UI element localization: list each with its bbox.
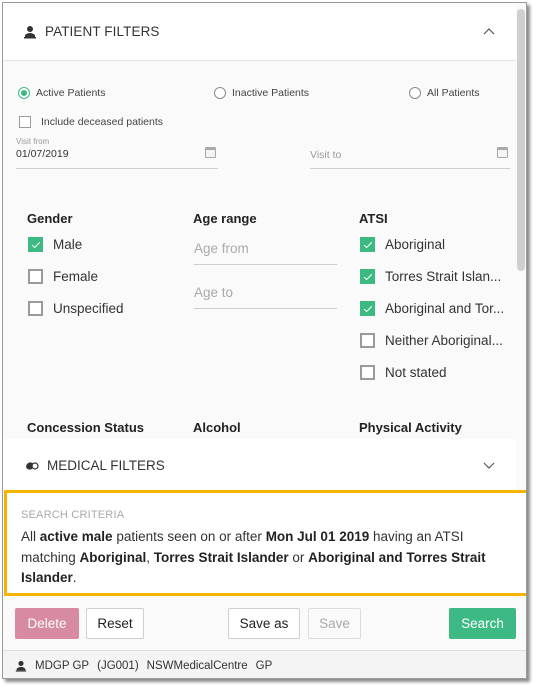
checkbox-box[interactable] [28,301,43,316]
concession-status-title: Concession Status [27,420,145,435]
checkbox-box[interactable] [360,365,375,380]
patient-filters-title: PATIENT FILTERS [45,24,160,39]
visit-from-label: Visit from [16,137,50,146]
visit-to-placeholder[interactable]: Visit to [310,149,341,161]
criteria-text-part: . [72,570,77,585]
criteria-text-part: patients seen on or after [112,529,266,544]
gender-unspecified-checkbox[interactable]: Unspecified [28,301,124,316]
person-icon [24,25,36,38]
search-button[interactable]: Search [449,608,516,639]
search-criteria-title: SEARCH CRITERIA [21,509,125,521]
radio-circle-selected[interactable] [18,87,30,99]
visit-to-field[interactable]: Visit to [310,137,510,169]
atsi-not-stated-checkbox[interactable]: Not stated [360,365,447,380]
atsi-both-checkbox[interactable]: Aboriginal and Tor... [360,301,504,316]
age-range-title: Age range [193,211,257,226]
checkbox-label: Unspecified [53,301,124,316]
checkbox-box[interactable] [360,333,375,348]
age-from-input[interactable]: Age from [194,235,337,265]
person-icon [15,660,27,672]
gender-female-checkbox[interactable]: Female [28,269,98,284]
delete-button[interactable]: Delete [15,608,79,639]
criteria-term: Aboriginal [79,549,147,565]
filters-scroll-area: PATIENT FILTERS Active Patients Inactive… [3,3,516,439]
reset-button[interactable]: Reset [86,608,144,639]
footer-code: (JG001) [97,659,139,672]
checkbox-label: Include deceased patients [41,116,164,128]
visit-from-field[interactable]: Visit from 01/07/2019 [16,137,218,169]
radio-label: Active Patients [36,87,106,99]
alcohol-title: Alcohol [193,420,241,435]
gender-male-checkbox[interactable]: Male [28,237,82,252]
checkbox-label: Male [53,237,83,252]
footer-user: MDGP GP [35,659,90,672]
radio-circle[interactable] [409,87,421,99]
atsi-neither-checkbox[interactable]: Neither Aboriginal... [360,333,503,348]
checkbox-label: Torres Strait Islan... [385,269,502,284]
patient-filters-header[interactable]: PATIENT FILTERS [3,3,516,61]
patient-search-panel: PATIENT FILTERS Active Patients Inactive… [2,2,527,679]
radio-label: All Patients [427,87,480,99]
radio-inactive-patients[interactable]: Inactive Patients [214,87,309,99]
radio-circle[interactable] [214,87,226,99]
checkbox-box-checked[interactable] [360,237,375,252]
age-to-input[interactable]: Age to [194,279,337,309]
search-criteria-box: SEARCH CRITERIA All active male patients… [4,490,526,596]
medical-filters-title: MEDICAL FILTERS [47,457,165,473]
radio-all-patients[interactable]: All Patients [409,87,480,99]
checkbox-box[interactable] [19,116,31,128]
checkbox-label: Neither Aboriginal... [385,333,503,348]
radio-active-patients[interactable]: Active Patients [18,87,105,99]
scrollbar-thumb[interactable] [517,9,525,271]
chevron-up-icon[interactable] [482,25,496,39]
criteria-term: Torres Strait Islander [153,549,289,565]
medical-filters-header[interactable]: MEDICAL FILTERS [3,439,516,491]
physical-activity-title: Physical Activity [359,420,462,435]
checkbox-label: Female [53,269,99,284]
save-button[interactable]: Save [308,608,361,639]
criteria-term: Mon Jul 01 2019 [265,529,370,544]
calendar-icon[interactable] [205,147,216,158]
footer-role: GP [255,659,273,672]
checkbox-box-checked[interactable] [360,269,375,284]
criteria-text-part: , [146,549,154,565]
criteria-text-part: or [288,549,309,565]
criteria-term: active male [39,529,113,544]
include-deceased-checkbox[interactable]: Include deceased patients [19,116,163,128]
checkbox-box-checked[interactable] [28,237,43,252]
atsi-aboriginal-checkbox[interactable]: Aboriginal [360,237,445,252]
chevron-down-icon[interactable] [482,459,496,471]
search-criteria-text: All active male patients seen on or afte… [21,527,512,589]
calendar-icon[interactable] [497,147,508,158]
checkbox-label: Not stated [385,365,447,380]
checkbox-box[interactable] [28,269,43,284]
user-footer: MDGP GP (JG001) NSWMedicalCentre GP [3,650,526,678]
visit-from-value[interactable]: 01/07/2019 [16,148,218,160]
pills-icon [26,462,39,470]
atsi-torres-strait-checkbox[interactable]: Torres Strait Islan... [360,269,501,284]
footer-centre: NSWMedicalCentre [146,659,248,672]
patient-status-radio-group: Active Patients Inactive Patients All Pa… [16,87,506,103]
criteria-text-part: All [21,529,40,544]
radio-label: Inactive Patients [232,87,310,99]
checkbox-label: Aboriginal [385,237,446,252]
save-as-button[interactable]: Save as [228,608,300,639]
atsi-title: ATSI [359,211,388,226]
gender-title: Gender [27,211,73,226]
scrollbar-gutter [516,439,526,491]
checkbox-box-checked[interactable] [360,301,375,316]
checkbox-label: Aboriginal and Tor... [385,301,505,316]
